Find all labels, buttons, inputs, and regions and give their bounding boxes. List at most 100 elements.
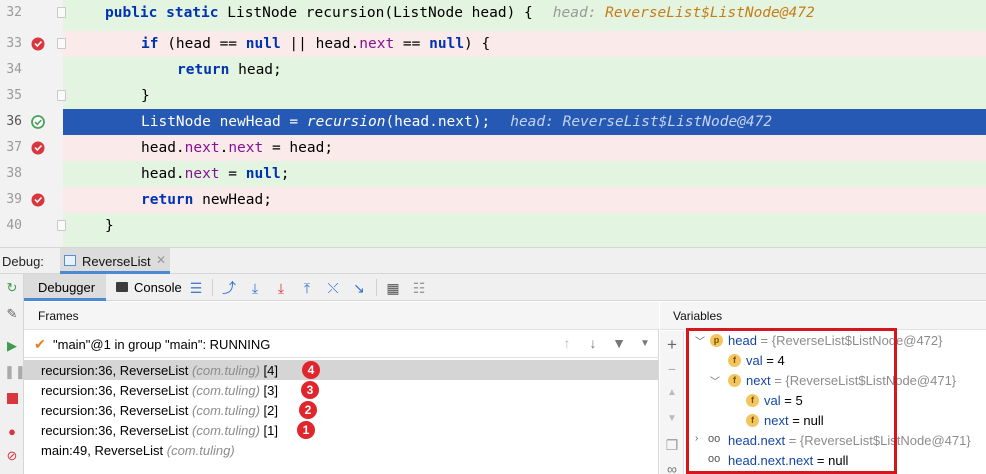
step-out-icon[interactable]: ⤒ [298, 279, 316, 297]
current-execution-line[interactable]: 36 ListNode newHead = recursion(head.nex… [0, 109, 986, 135]
view-breakpoints-icon[interactable]: ● [4, 424, 20, 440]
copy-icon[interactable]: ❐ [664, 437, 680, 454]
code-line[interactable]: 39 return newHead; [0, 187, 986, 213]
code-line[interactable]: 34 return head; [0, 57, 986, 83]
run-config-icon [64, 255, 76, 266]
debug-tool-window-header: Debug: ReverseList ✕ [0, 247, 986, 274]
pause-icon[interactable]: ❚❚ [4, 364, 26, 380]
stack-frame[interactable]: recursion:36, ReverseList (com.tuling) [… [24, 360, 659, 380]
code-line-spacer [63, 239, 986, 247]
gutter[interactable]: 39 [0, 187, 63, 213]
step-over-icon[interactable]: ⤓ [246, 279, 264, 297]
toolbar-separator [212, 279, 213, 296]
gutter[interactable]: 32 [0, 0, 66, 26]
move-up-icon[interactable]: ▲ [664, 387, 680, 398]
arrow-down-icon[interactable]: ↓ [585, 335, 601, 351]
line-number: 37 [6, 140, 22, 155]
code-line[interactable]: 38 head.next = null; [0, 161, 986, 187]
arrow-up-icon[interactable]: ↑ [559, 335, 575, 351]
filter-icon[interactable]: ▼ [611, 335, 627, 351]
gutter[interactable]: 34 [0, 57, 63, 83]
tab-debugger-label: Debugger [38, 280, 96, 295]
line-number: 40 [6, 218, 22, 233]
frame-badge: 4 [302, 361, 320, 379]
gutter[interactable]: 36 [0, 109, 63, 135]
checkmark-icon: ✔ [34, 336, 46, 352]
line-number: 39 [6, 192, 22, 207]
gutter[interactable]: 33 [0, 31, 66, 57]
thread-selector[interactable]: ✔ "main"@1 in group "main": RUNNING ↑ ↓ … [24, 331, 659, 358]
code-line[interactable]: 32 public static ListNode recursion(List… [0, 0, 986, 26]
debug-label: Debug: [2, 254, 44, 269]
frame-badge: 1 [297, 421, 315, 439]
code-line[interactable]: 40 } [0, 213, 986, 239]
breakpoint-icon[interactable] [31, 37, 45, 51]
tab-debugger[interactable]: Debugger [24, 274, 106, 301]
gutter[interactable]: 38 [0, 161, 63, 187]
line-number: 34 [6, 62, 22, 77]
gutter[interactable]: 35 [0, 83, 66, 109]
code-line[interactable]: 33 if (head == null || head.next == null… [0, 31, 986, 57]
glasses-icon[interactable]: ∞ [664, 461, 680, 474]
stack-frame[interactable]: recursion:36, ReverseList (com.tuling) [… [24, 420, 659, 440]
code-text: head.next = null; [141, 166, 290, 182]
breakpoint-icon[interactable] [31, 141, 45, 155]
variables-header: Variables [660, 302, 986, 330]
line-number: 36 [6, 114, 22, 129]
code-text: } [105, 218, 114, 234]
frames-header: Frames [24, 302, 659, 330]
trace-stream-icon[interactable]: ☷ [410, 279, 428, 297]
code-text: if (head == null || head.next == null) { [141, 36, 491, 52]
frame-badge: 2 [299, 401, 317, 419]
toolbar-separator [376, 279, 377, 296]
stack-frame[interactable]: recursion:36, ReverseList (com.tuling) [… [24, 380, 659, 400]
stack-frame[interactable]: recursion:36, ReverseList (com.tuling) [… [24, 400, 659, 420]
code-line-spacer [63, 26, 986, 31]
mute-breakpoints-icon[interactable]: ⊘ [4, 448, 20, 464]
thread-label: "main"@1 in group "main": RUNNING [53, 337, 271, 352]
frame-badge: 3 [301, 381, 319, 399]
chevron-down-icon[interactable]: ▼ [637, 338, 653, 349]
line-number: 33 [6, 36, 22, 51]
stack-frame[interactable]: main:49, ReverseList (com.tuling) [24, 440, 659, 460]
layout-menu-icon[interactable]: ☰ [187, 279, 205, 297]
debug-side-toolbar: ↻ ✎ ▶ ❚❚ ● ⊘ [0, 274, 26, 474]
show-execution-point-icon[interactable]: ⤴ [220, 279, 238, 297]
code-editor[interactable]: 32 public static ListNode recursion(List… [0, 0, 986, 247]
code-text: return head; [177, 62, 282, 78]
gutter[interactable]: 37 [0, 135, 63, 161]
rerun-icon[interactable]: ↻ [4, 280, 20, 296]
resume-icon[interactable]: ▶ [4, 338, 20, 354]
code-text: } [141, 88, 150, 104]
variables-title: Variables [673, 309, 723, 323]
run-to-cursor-icon[interactable]: ↘ [350, 279, 368, 297]
debugger-toolbar: Debugger Console ☰ ⤴ ⤓ ⤓ ⤒ ⤬ ↘ ▦ ☷ [24, 274, 986, 301]
wrench-icon[interactable]: ✎ [4, 306, 20, 322]
drop-frame-icon[interactable]: ⤬ [324, 279, 342, 297]
close-tab-icon[interactable]: ✕ [156, 253, 166, 267]
breakpoint-icon[interactable] [31, 193, 45, 207]
code-text: return newHead; [141, 192, 272, 208]
add-watch-icon[interactable]: + [664, 335, 680, 355]
remove-watch-icon[interactable]: − [664, 361, 680, 377]
code-text: public static ListNode recursion(ListNod… [105, 5, 815, 21]
code-text: head.next.next = head; [141, 140, 334, 156]
line-number: 38 [6, 166, 22, 181]
inline-debug-hint: head: ReverseList$ListNode@472 [552, 5, 815, 21]
gutter-spacer [0, 26, 63, 31]
inline-debug-hint: head: ReverseList$ListNode@472 [510, 114, 773, 130]
frames-title: Frames [38, 309, 79, 323]
frames-panel: Frames ✔ "main"@1 in group "main": RUNNI… [24, 302, 659, 474]
gutter[interactable]: 40 [0, 213, 66, 239]
evaluate-expression-icon[interactable]: ▦ [384, 279, 402, 297]
execution-point-icon[interactable] [31, 115, 45, 129]
line-number: 32 [6, 5, 22, 20]
stop-icon[interactable] [4, 390, 20, 406]
run-config-tab[interactable]: ReverseList ✕ [60, 248, 170, 274]
tab-console[interactable]: Console [108, 274, 198, 301]
move-down-icon[interactable]: ▼ [664, 413, 680, 424]
code-line[interactable]: 35 } [0, 83, 986, 109]
variables-side-toolbar: + − ▲ ▼ ❐ ∞ [660, 331, 684, 474]
code-line[interactable]: 37 head.next.next = head; [0, 135, 986, 161]
force-step-into-icon[interactable]: ⤓ [272, 279, 290, 297]
